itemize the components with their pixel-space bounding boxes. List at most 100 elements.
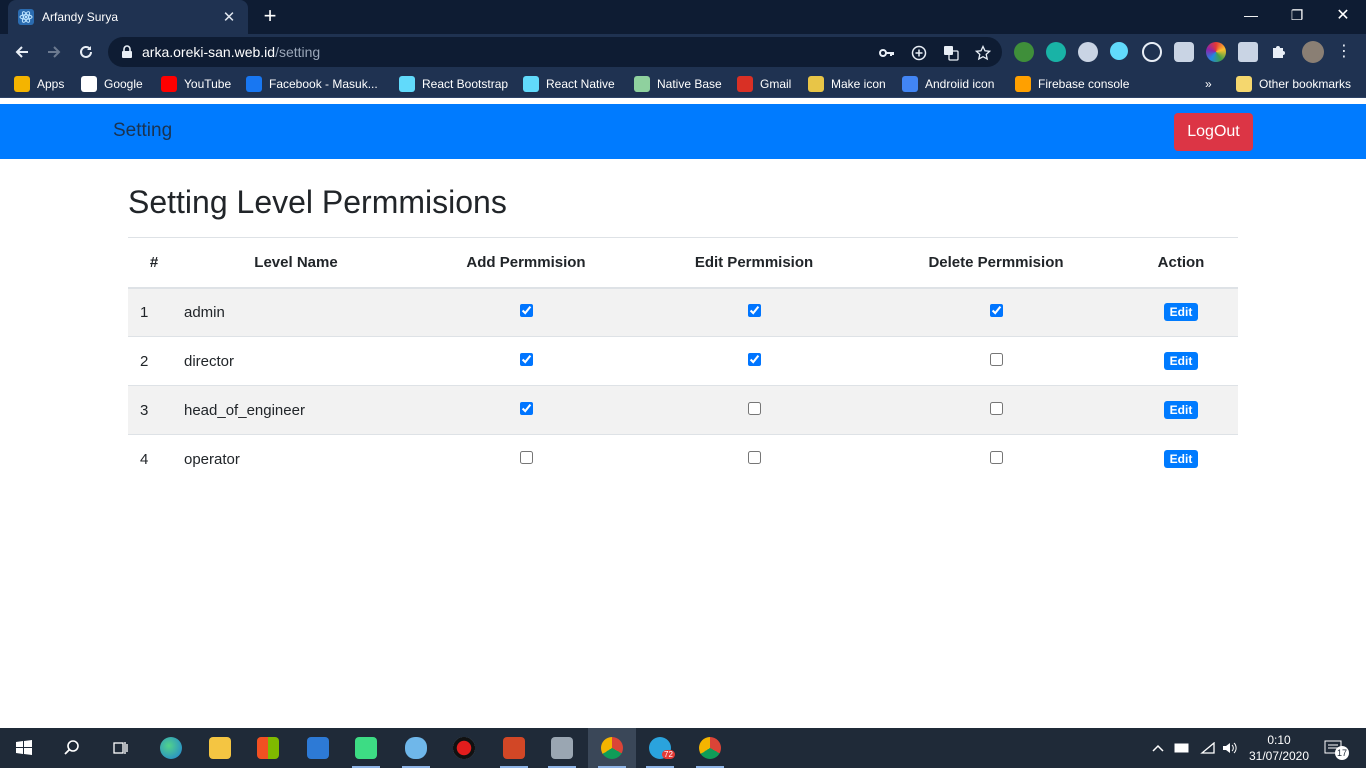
extension-leaf-icon[interactable] bbox=[1014, 42, 1034, 62]
delete-permission-checkbox[interactable] bbox=[989, 401, 1003, 415]
youtube-icon bbox=[161, 76, 177, 92]
key-icon[interactable] bbox=[878, 44, 896, 62]
add-permission-cell bbox=[412, 288, 640, 337]
delete-permission-checkbox[interactable] bbox=[989, 352, 1003, 366]
back-icon[interactable] bbox=[10, 40, 34, 64]
browser-tab[interactable]: Arfandy Surya ✕ bbox=[8, 0, 248, 34]
tray-overflow-icon[interactable] bbox=[1152, 728, 1164, 768]
puzzle-icon[interactable] bbox=[1270, 42, 1290, 62]
task-view-icon[interactable] bbox=[96, 728, 144, 768]
volume-icon[interactable] bbox=[1222, 728, 1238, 768]
bookmark-item[interactable]: React Native bbox=[523, 75, 615, 93]
delete-permission-checkbox[interactable] bbox=[989, 450, 1003, 464]
logout-button[interactable]: LogOut bbox=[1174, 113, 1253, 151]
search-icon[interactable] bbox=[48, 728, 96, 768]
bookmark-label: Facebook - Masuk... bbox=[269, 77, 378, 91]
edit-permission-checkbox[interactable] bbox=[747, 401, 761, 415]
forward-icon[interactable] bbox=[42, 40, 66, 64]
delete-permission-checkbox[interactable] bbox=[989, 303, 1003, 317]
menu-kebab-icon[interactable]: ⋮ bbox=[1334, 42, 1354, 62]
react-devtools-icon[interactable] bbox=[1110, 42, 1128, 60]
taskbar-clock[interactable]: 0:10 31/07/2020 bbox=[1245, 732, 1313, 764]
add-permission-cell bbox=[412, 386, 640, 435]
bookmark-item[interactable]: Make icon bbox=[808, 75, 886, 93]
screen-monitor-icon[interactable] bbox=[538, 728, 586, 768]
action-cell: Edit bbox=[1124, 386, 1238, 435]
add-permission-checkbox[interactable] bbox=[519, 352, 533, 366]
battery-icon[interactable] bbox=[1174, 728, 1190, 768]
extension-m-icon[interactable] bbox=[1046, 42, 1066, 62]
telegram-icon[interactable]: 72 bbox=[636, 728, 684, 768]
tab-close-icon[interactable]: ✕ bbox=[220, 8, 238, 26]
notifications-icon[interactable]: 17 bbox=[1324, 728, 1349, 768]
bookmark-item[interactable]: Androiid icon bbox=[902, 75, 994, 93]
edge-icon[interactable] bbox=[147, 728, 195, 768]
bookmark-item[interactable]: Google bbox=[81, 75, 143, 93]
edit-permission-checkbox[interactable] bbox=[747, 352, 761, 366]
bookmarks-bar: Firebase console Androiid icon Make icon Gm… bbox=[0, 70, 1366, 98]
firebase-icon bbox=[1015, 76, 1031, 92]
bookmarks-overflow-icon[interactable]: » bbox=[1205, 75, 1212, 93]
windows-start-icon[interactable] bbox=[0, 728, 48, 768]
powerpoint-icon[interactable] bbox=[490, 728, 538, 768]
camera-icon[interactable] bbox=[1174, 42, 1194, 62]
action-cell: Edit bbox=[1124, 288, 1238, 337]
edit-button[interactable]: Edit bbox=[1163, 450, 1199, 469]
extension-t-icon[interactable] bbox=[1238, 42, 1258, 62]
maximize-icon[interactable]: ❐ bbox=[1274, 0, 1320, 30]
window-close-icon[interactable]: ✕ bbox=[1320, 0, 1366, 30]
add-permission-checkbox[interactable] bbox=[519, 401, 533, 415]
bookmark-item[interactable]: React Bootstrap bbox=[399, 75, 508, 93]
edit-button[interactable]: Edit bbox=[1163, 401, 1199, 419]
bookmark-item[interactable]: Native Base bbox=[634, 75, 722, 93]
cloud-sync-icon[interactable] bbox=[392, 728, 440, 768]
bookmark-item[interactable]: Apps bbox=[14, 75, 64, 93]
chrome-profile-icon[interactable] bbox=[686, 728, 734, 768]
react-favicon-icon bbox=[18, 9, 34, 25]
color-picker-icon[interactable] bbox=[1206, 42, 1226, 62]
add-permission-checkbox[interactable] bbox=[519, 450, 533, 464]
react-icon bbox=[523, 76, 539, 92]
microsoft-store-icon[interactable] bbox=[244, 728, 292, 768]
edit-permission-checkbox[interactable] bbox=[747, 450, 761, 464]
file-explorer-icon[interactable] bbox=[196, 728, 244, 768]
edit-permission-checkbox[interactable] bbox=[747, 303, 761, 317]
browser-tab-bar: Arfandy Surya ✕ + — ❐ ✕ bbox=[0, 0, 1366, 34]
edit-button[interactable]: Edit bbox=[1163, 303, 1199, 322]
other-bookmarks[interactable]: Other bookmarks bbox=[1236, 75, 1351, 93]
tab-title: Arfandy Surya bbox=[42, 10, 119, 24]
lock-icon bbox=[120, 45, 134, 59]
bookmark-item[interactable]: Firebase console bbox=[1015, 75, 1129, 93]
make-icon-icon bbox=[808, 76, 824, 92]
wifi-icon[interactable] bbox=[1200, 728, 1216, 768]
bookmark-label: YouTube bbox=[184, 77, 232, 91]
row-number: 1 bbox=[140, 303, 149, 321]
edit-button[interactable]: Edit bbox=[1163, 352, 1199, 370]
row-number: 3 bbox=[140, 401, 149, 419]
mail-icon[interactable] bbox=[294, 728, 342, 768]
navbar-brand[interactable]: Setting bbox=[113, 120, 172, 142]
bookmark-item[interactable]: Facebook - Masuk... bbox=[246, 75, 378, 93]
table-row: 2 director Edit bbox=[128, 336, 1238, 386]
bookmark-star-icon[interactable] bbox=[974, 44, 992, 62]
profile-avatar[interactable] bbox=[1302, 41, 1324, 63]
bookmark-item[interactable]: YouTube bbox=[161, 75, 231, 93]
address-bar[interactable]: arka.oreki-san.web.id/setting bbox=[108, 37, 1002, 67]
chrome-icon[interactable] bbox=[588, 728, 636, 768]
add-circle-icon[interactable] bbox=[910, 44, 928, 62]
other-bookmarks-label: Other bookmarks bbox=[1259, 77, 1352, 91]
record-icon[interactable] bbox=[440, 728, 488, 768]
minimize-icon[interactable]: — bbox=[1228, 0, 1274, 30]
android-studio-icon[interactable] bbox=[342, 728, 390, 768]
bookmark-label: Google bbox=[104, 77, 143, 91]
delete-permission-cell bbox=[868, 386, 1124, 435]
translate-icon[interactable] bbox=[942, 44, 960, 62]
extension-circle-icon[interactable] bbox=[1078, 42, 1098, 62]
header-delete-permission: Delete Permmision bbox=[868, 237, 1124, 289]
extension-target-icon[interactable] bbox=[1142, 42, 1162, 62]
reload-icon[interactable] bbox=[74, 40, 98, 64]
level-name: head_of_engineer bbox=[184, 401, 305, 419]
new-tab-icon[interactable]: + bbox=[258, 5, 282, 29]
add-permission-checkbox[interactable] bbox=[519, 303, 533, 317]
bookmark-item[interactable]: Gmail bbox=[737, 75, 791, 93]
